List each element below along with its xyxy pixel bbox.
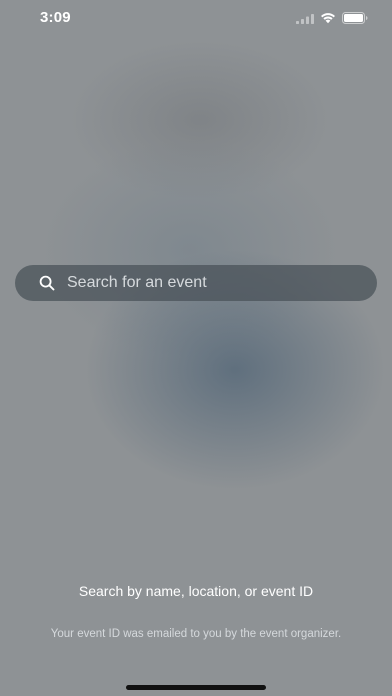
search-hint-title: Search by name, location, or event ID [78, 583, 314, 599]
search-icon [38, 274, 56, 292]
status-icons [296, 11, 368, 25]
search-hint-subtitle: Your event ID was emailed to you by the … [50, 628, 342, 640]
cellular-signal-icon [296, 13, 314, 24]
status-bar: 3:09 [0, 0, 392, 38]
status-time: 3:09 [40, 9, 71, 26]
search-bar[interactable] [15, 265, 377, 301]
battery-icon [342, 12, 368, 24]
wifi-icon [320, 12, 336, 24]
home-indicator[interactable] [126, 685, 266, 690]
search-input[interactable] [67, 274, 347, 292]
